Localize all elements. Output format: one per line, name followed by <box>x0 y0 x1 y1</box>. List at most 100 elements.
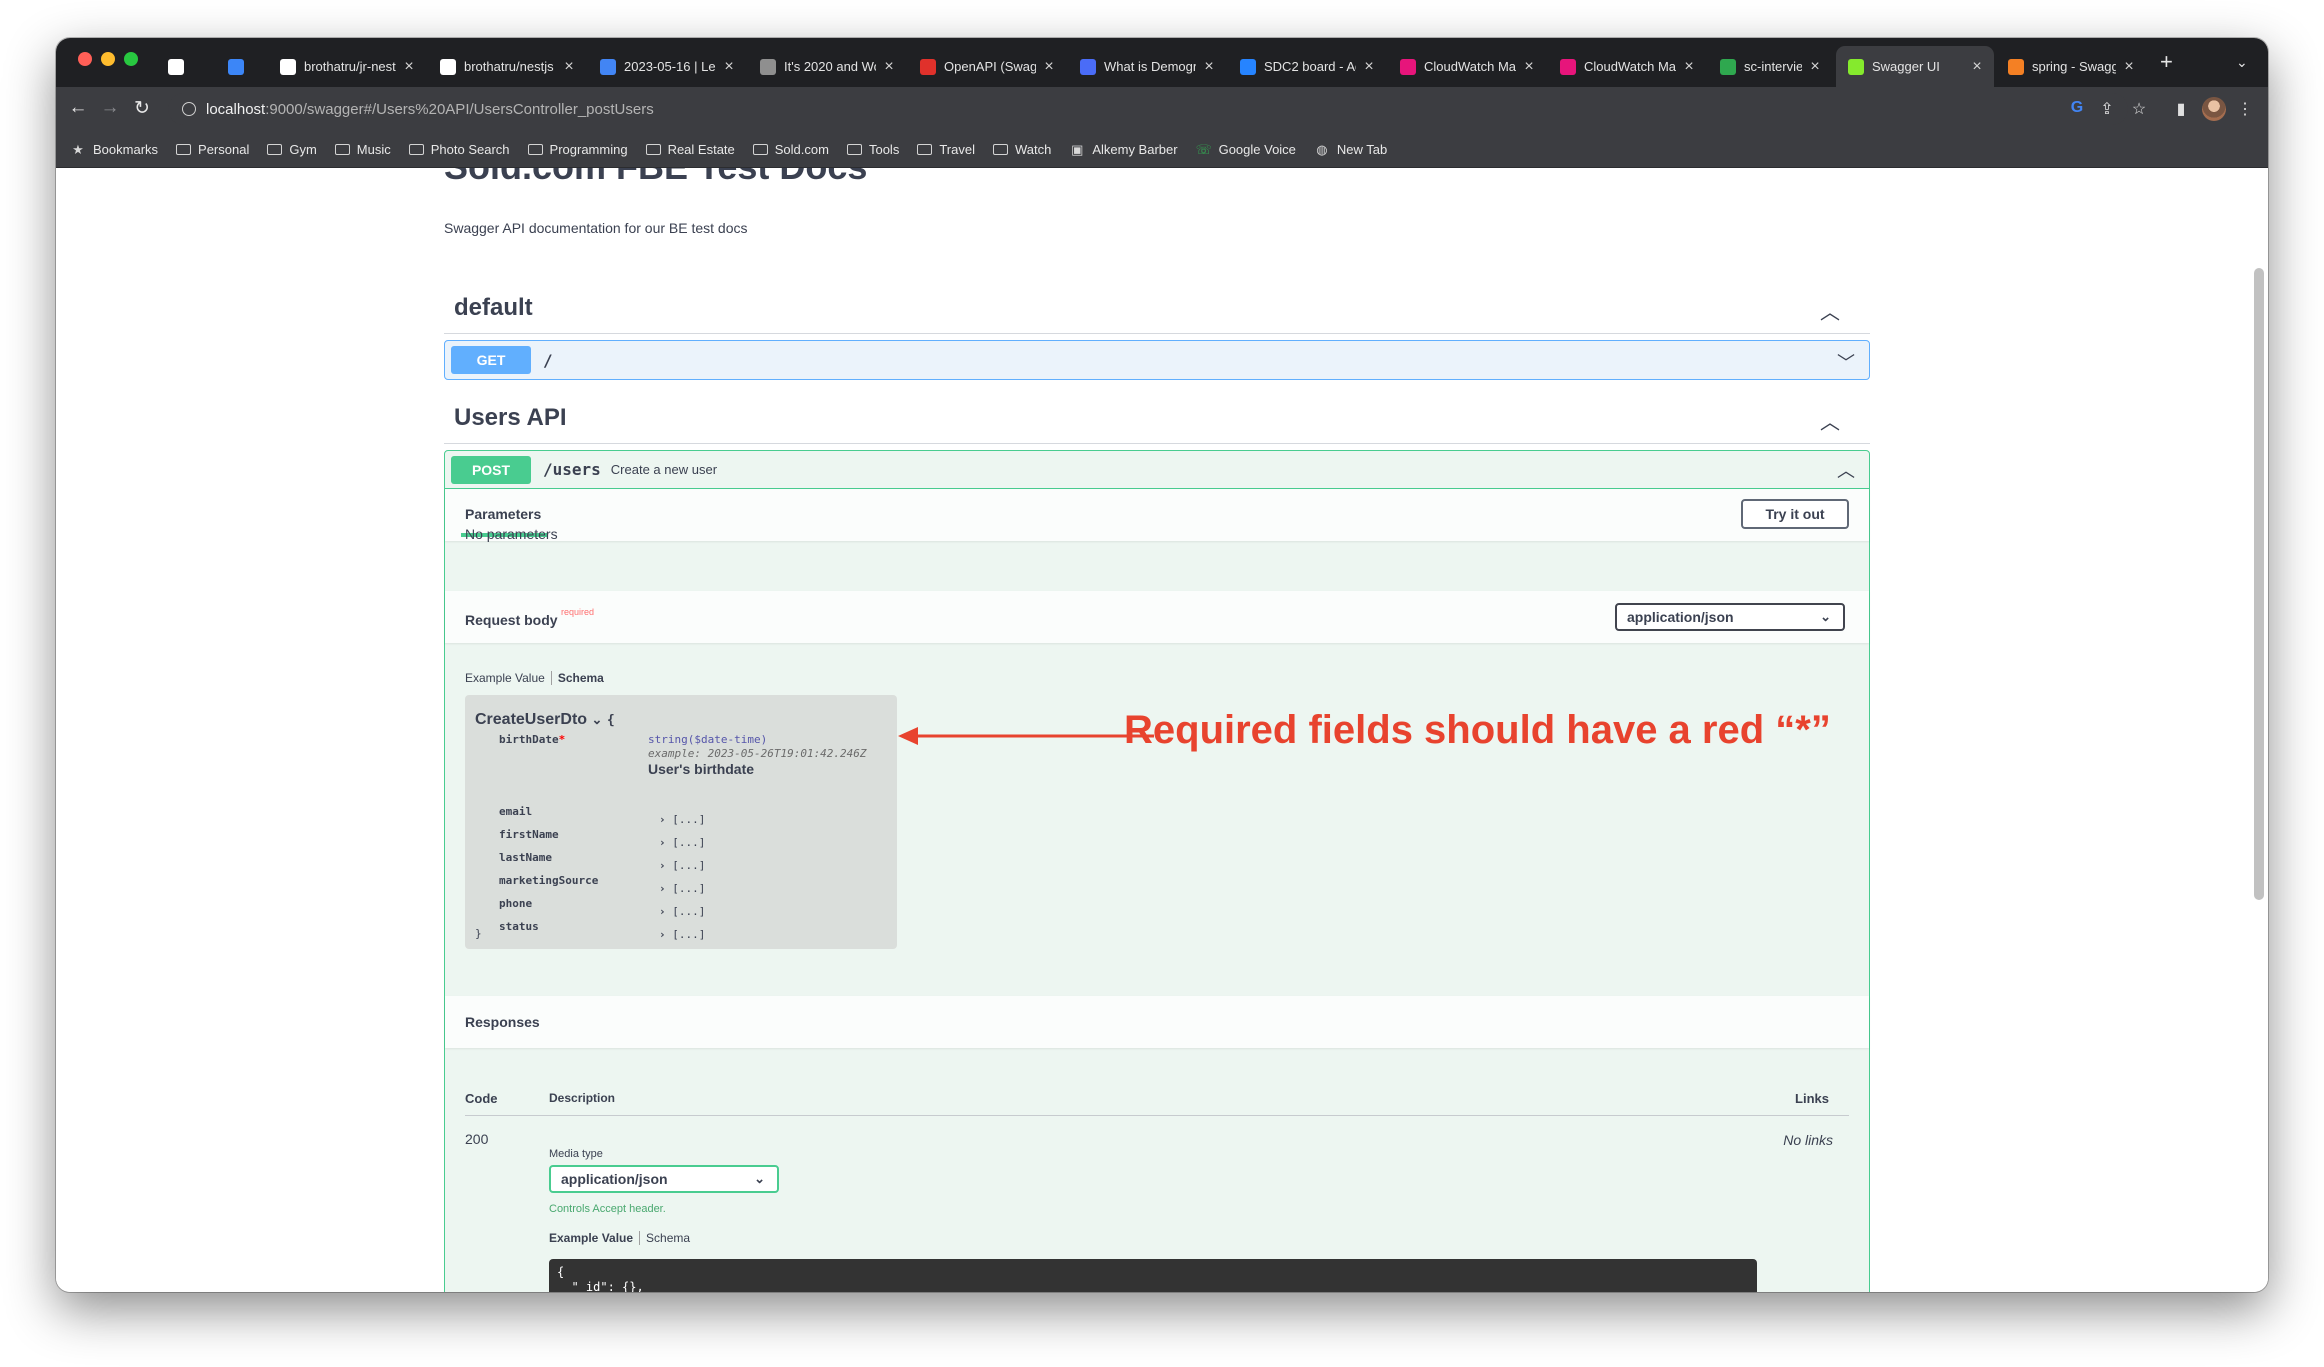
url-text[interactable]: localhost:9000/swagger#/Users%20API/User… <box>206 101 654 118</box>
close-tab-icon[interactable]: × <box>1042 58 1056 76</box>
schema-tab[interactable]: Schema <box>558 671 604 685</box>
square-icon: ▣ <box>1071 141 1084 157</box>
browser-tab[interactable] <box>216 46 264 87</box>
collapsed-value: [...] <box>672 882 706 895</box>
bookmark-item[interactable]: Real Estate <box>645 142 735 157</box>
close-tab-icon[interactable]: × <box>402 58 416 76</box>
responses-header: Responses <box>445 996 1869 1048</box>
profile-avatar[interactable] <box>2202 97 2226 121</box>
expand-property-toggle[interactable]: › [...] <box>659 882 705 895</box>
section-users-header[interactable]: Users API ︿ <box>444 392 1870 444</box>
browser-tab[interactable]: CloudWatch Man × <box>1548 46 1706 87</box>
bookmark-item[interactable]: Music <box>334 142 391 157</box>
bookmark-item[interactable]: Watch <box>992 142 1051 157</box>
bookmark-item[interactable]: Programming <box>527 142 628 157</box>
bookmark-item[interactable]: ★ Bookmarks <box>70 142 158 158</box>
close-tab-icon[interactable]: × <box>1202 58 1216 76</box>
share-icon[interactable]: ⇪ <box>2096 99 2118 119</box>
close-tab-icon[interactable]: × <box>722 58 736 76</box>
response-example-code: { "_id": {}, "birthDate": "2023-05-26T19… <box>549 1259 1757 1292</box>
schema-model-box: CreateUserDto ⌄ { birthDate* string($dat… <box>465 695 897 949</box>
schema-property-email: email <box>499 805 533 818</box>
chevron-up-icon[interactable]: ︿ <box>1837 457 1855 483</box>
bookmark-item[interactable]: Photo Search <box>408 142 510 157</box>
browser-tab[interactable]: spring - Swagge × <box>1996 46 2146 87</box>
address-bar[interactable]: localhost:9000/swagger#/Users%20API/User… <box>168 93 2128 125</box>
cloudwatch-icon <box>1400 58 1416 75</box>
new-tab-button[interactable]: + <box>2160 51 2173 73</box>
bookmark-label: Gym <box>289 142 317 157</box>
browser-tab[interactable]: Swagger UI × <box>1836 46 1994 87</box>
bookmark-item[interactable]: Sold.com <box>752 142 829 157</box>
browser-tab[interactable]: What is Demogr × <box>1068 46 1226 87</box>
back-arrow-icon[interactable]: ← <box>66 97 90 119</box>
browser-tab[interactable]: OpenAPI (Swagg × <box>908 46 1066 87</box>
close-tab-icon[interactable]: × <box>562 58 576 76</box>
close-tab-icon[interactable]: × <box>2122 58 2136 76</box>
section-default-header[interactable]: default ︿ <box>444 282 1870 334</box>
expand-property-toggle[interactable]: › [...] <box>659 905 705 918</box>
expand-property-toggle[interactable]: › [...] <box>659 859 705 872</box>
zoom-window-button[interactable] <box>124 52 138 66</box>
tab-search-chevron-icon[interactable]: ⌄ <box>2236 54 2248 71</box>
chevron-down-icon[interactable]: ﹀ <box>1837 349 1855 375</box>
bookmark-item[interactable]: Travel <box>917 142 975 157</box>
more-menu-icon[interactable]: ⋮ <box>2234 99 2256 119</box>
try-it-out-button[interactable]: Try it out <box>1741 499 1849 529</box>
reload-icon[interactable]: ↻ <box>130 97 154 120</box>
bookmark-item[interactable]: ▣ Alkemy Barber <box>1069 142 1177 158</box>
birthdate-property: birthDate* <box>499 733 565 746</box>
parameters-tab[interactable]: Parameters <box>465 506 541 522</box>
browser-tab[interactable]: CloudWatch Man × <box>1388 46 1546 87</box>
bookmark-star-icon[interactable]: ☆ <box>2128 99 2150 119</box>
page-scrollbar[interactable] <box>2254 268 2264 900</box>
close-tab-icon[interactable]: × <box>882 58 896 76</box>
media-type-label: Media type <box>549 1148 603 1160</box>
bookmark-item[interactable]: ◍ New Tab <box>1314 142 1387 158</box>
close-tab-icon[interactable]: × <box>1808 58 1822 76</box>
bookmark-item[interactable]: Tools <box>846 142 899 157</box>
bookmark-item[interactable]: Personal <box>176 142 249 157</box>
google-icon[interactable]: G <box>2066 99 2088 117</box>
chevron-right-icon: › <box>659 882 673 895</box>
expand-property-toggle[interactable]: › [...] <box>659 836 705 849</box>
schema-name[interactable]: CreateUserDto ⌄ { <box>475 711 615 729</box>
browser-tab[interactable]: brothatru/jr-nest × <box>268 46 426 87</box>
response-schema-tab[interactable]: Schema <box>646 1231 690 1245</box>
site-info-icon[interactable] <box>182 102 196 116</box>
request-example-tabs: Example Value Schema <box>465 671 604 685</box>
close-window-button[interactable] <box>78 52 92 66</box>
browser-tab[interactable] <box>156 46 212 87</box>
example-value-tab[interactable]: Example Value <box>465 671 545 685</box>
browser-tab[interactable]: It's 2020 and Wo × <box>748 46 906 87</box>
get-root-operation[interactable]: GET / ﹀ <box>444 340 1870 380</box>
bookmark-item[interactable]: Gym <box>267 142 317 157</box>
browser-tab[interactable]: SDC2 board - Ag × <box>1228 46 1386 87</box>
chevron-down-icon[interactable]: ⌄ <box>592 712 603 727</box>
forward-arrow-icon[interactable]: → <box>98 97 122 119</box>
response-code: 200 <box>465 1131 489 1147</box>
expand-property-toggle[interactable]: › [...] <box>659 813 705 826</box>
request-content-type-select[interactable]: application/json ⌄ <box>1615 603 1845 631</box>
browser-tab[interactable]: brothatru/nestjs × <box>428 46 586 87</box>
post-users-summary[interactable]: POST /users Create a new user ︿ <box>445 451 1869 489</box>
browser-tab[interactable]: 2023-05-16 | Le × <box>588 46 746 87</box>
response-media-type-select[interactable]: application/json ⌄ <box>549 1165 779 1193</box>
expand-property-toggle[interactable]: › [...] <box>659 928 705 941</box>
chevron-up-icon[interactable]: ︿ <box>1820 406 1840 435</box>
bookmark-label: Sold.com <box>774 142 829 157</box>
close-tab-icon[interactable]: × <box>1522 58 1536 76</box>
browser-tab[interactable]: sc-interviews - S × <box>1708 46 1832 87</box>
side-panel-icon[interactable]: ▮ <box>2170 99 2192 119</box>
response-example-tabs: Example Value Schema <box>549 1231 690 1245</box>
close-tab-icon[interactable]: × <box>1682 58 1696 76</box>
api-description: Swagger API documentation for our BE tes… <box>444 220 748 236</box>
bookmark-label: Photo Search <box>430 142 510 157</box>
chevron-right-icon: › <box>659 928 673 941</box>
minimize-window-button[interactable] <box>101 52 115 66</box>
bookmark-item[interactable]: ☏ Google Voice <box>1196 142 1296 158</box>
chevron-up-icon[interactable]: ︿ <box>1820 296 1840 325</box>
response-example-value-tab[interactable]: Example Value <box>549 1231 633 1245</box>
close-tab-icon[interactable]: × <box>1362 58 1376 76</box>
close-tab-icon[interactable]: × <box>1970 58 1984 76</box>
